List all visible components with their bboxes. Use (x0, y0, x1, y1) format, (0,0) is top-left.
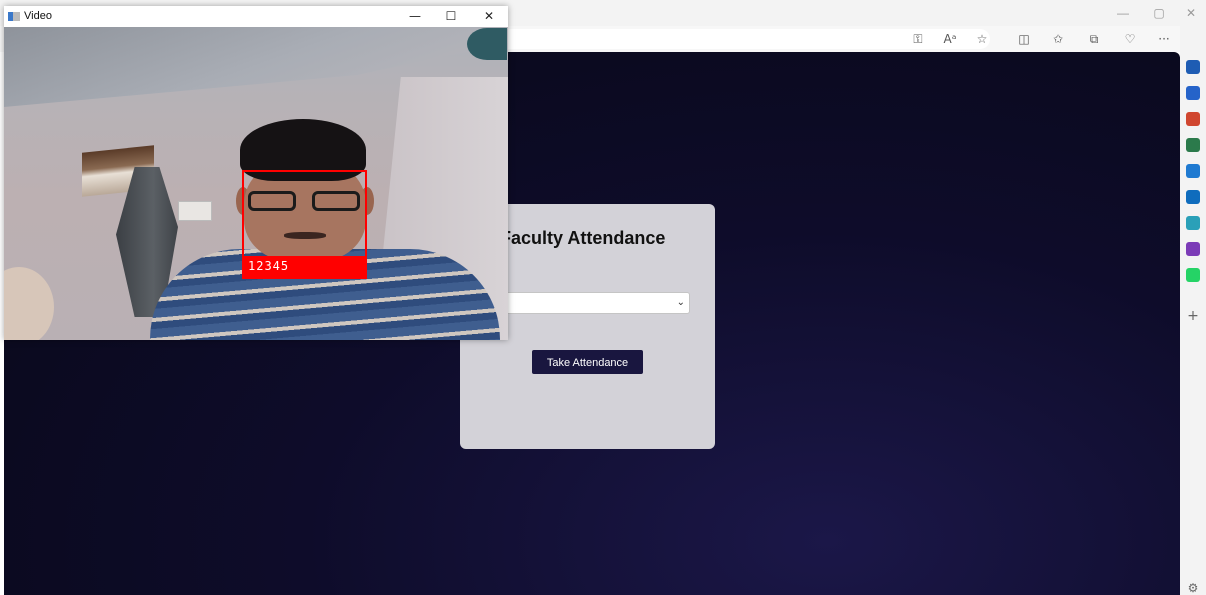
browser-maximize-button[interactable]: ▢ (1144, 4, 1174, 22)
take-attendance-button[interactable]: Take Attendance (532, 350, 643, 374)
chevron-down-icon: ⌄ (676, 297, 685, 308)
browser-essentials-icon[interactable]: ♡ (1120, 30, 1140, 48)
search-icon[interactable] (1186, 60, 1200, 74)
video-app-icon (8, 12, 20, 21)
browser-minimize-button[interactable]: — (1108, 4, 1138, 22)
browser-close-button[interactable]: ✕ (1176, 4, 1206, 22)
favorites-icon[interactable]: ✩ (1048, 30, 1068, 48)
faculty-select[interactable]: ⌄ (500, 292, 690, 314)
more-icon[interactable]: ··· (1154, 30, 1174, 48)
face-id-label: 12345 (248, 259, 290, 273)
shopping-icon[interactable] (1186, 112, 1200, 126)
favorite-icon[interactable]: ☆ (972, 30, 992, 48)
video-minimize-button[interactable]: — (400, 8, 430, 25)
video-close-button[interactable]: ✕ (474, 8, 504, 25)
add-icon[interactable]: + (1186, 308, 1200, 324)
card-title: Faculty Attendance (500, 228, 666, 248)
outlook-icon[interactable] (1186, 190, 1200, 204)
foreground-object (4, 267, 54, 340)
split-screen-icon[interactable]: ◫ (1014, 30, 1034, 48)
drop-icon[interactable] (1186, 216, 1200, 230)
settings-icon[interactable]: ⚙ (1186, 581, 1200, 595)
read-aloud-icon[interactable]: Aᵃ (940, 30, 960, 48)
tag-icon[interactable] (1186, 86, 1200, 100)
collections-icon[interactable]: ⧉ (1084, 30, 1104, 48)
onenote-icon[interactable] (1186, 242, 1200, 256)
screen: — ▢ ✕ ⚿ Aᵃ ☆ ◫ ✩ ⧉ ♡ ··· ◆ Faculty Atten… (0, 0, 1206, 595)
switchboard (178, 201, 212, 221)
video-window[interactable]: Video — ☐ ✕ 12345 (4, 6, 508, 340)
video-window-title: Video (24, 10, 52, 22)
ceiling-fan (467, 28, 507, 60)
whatsapp-icon[interactable] (1186, 268, 1200, 282)
webcam-feed: 12345 (4, 27, 508, 340)
key-icon[interactable]: ⚿ (908, 30, 928, 48)
video-titlebar[interactable]: Video — ☐ ✕ (4, 6, 508, 27)
video-maximize-button[interactable]: ☐ (436, 8, 466, 25)
office-icon[interactable] (1186, 164, 1200, 178)
people-icon[interactable] (1186, 138, 1200, 152)
edge-sidebar: + ⚙ (1180, 26, 1206, 595)
